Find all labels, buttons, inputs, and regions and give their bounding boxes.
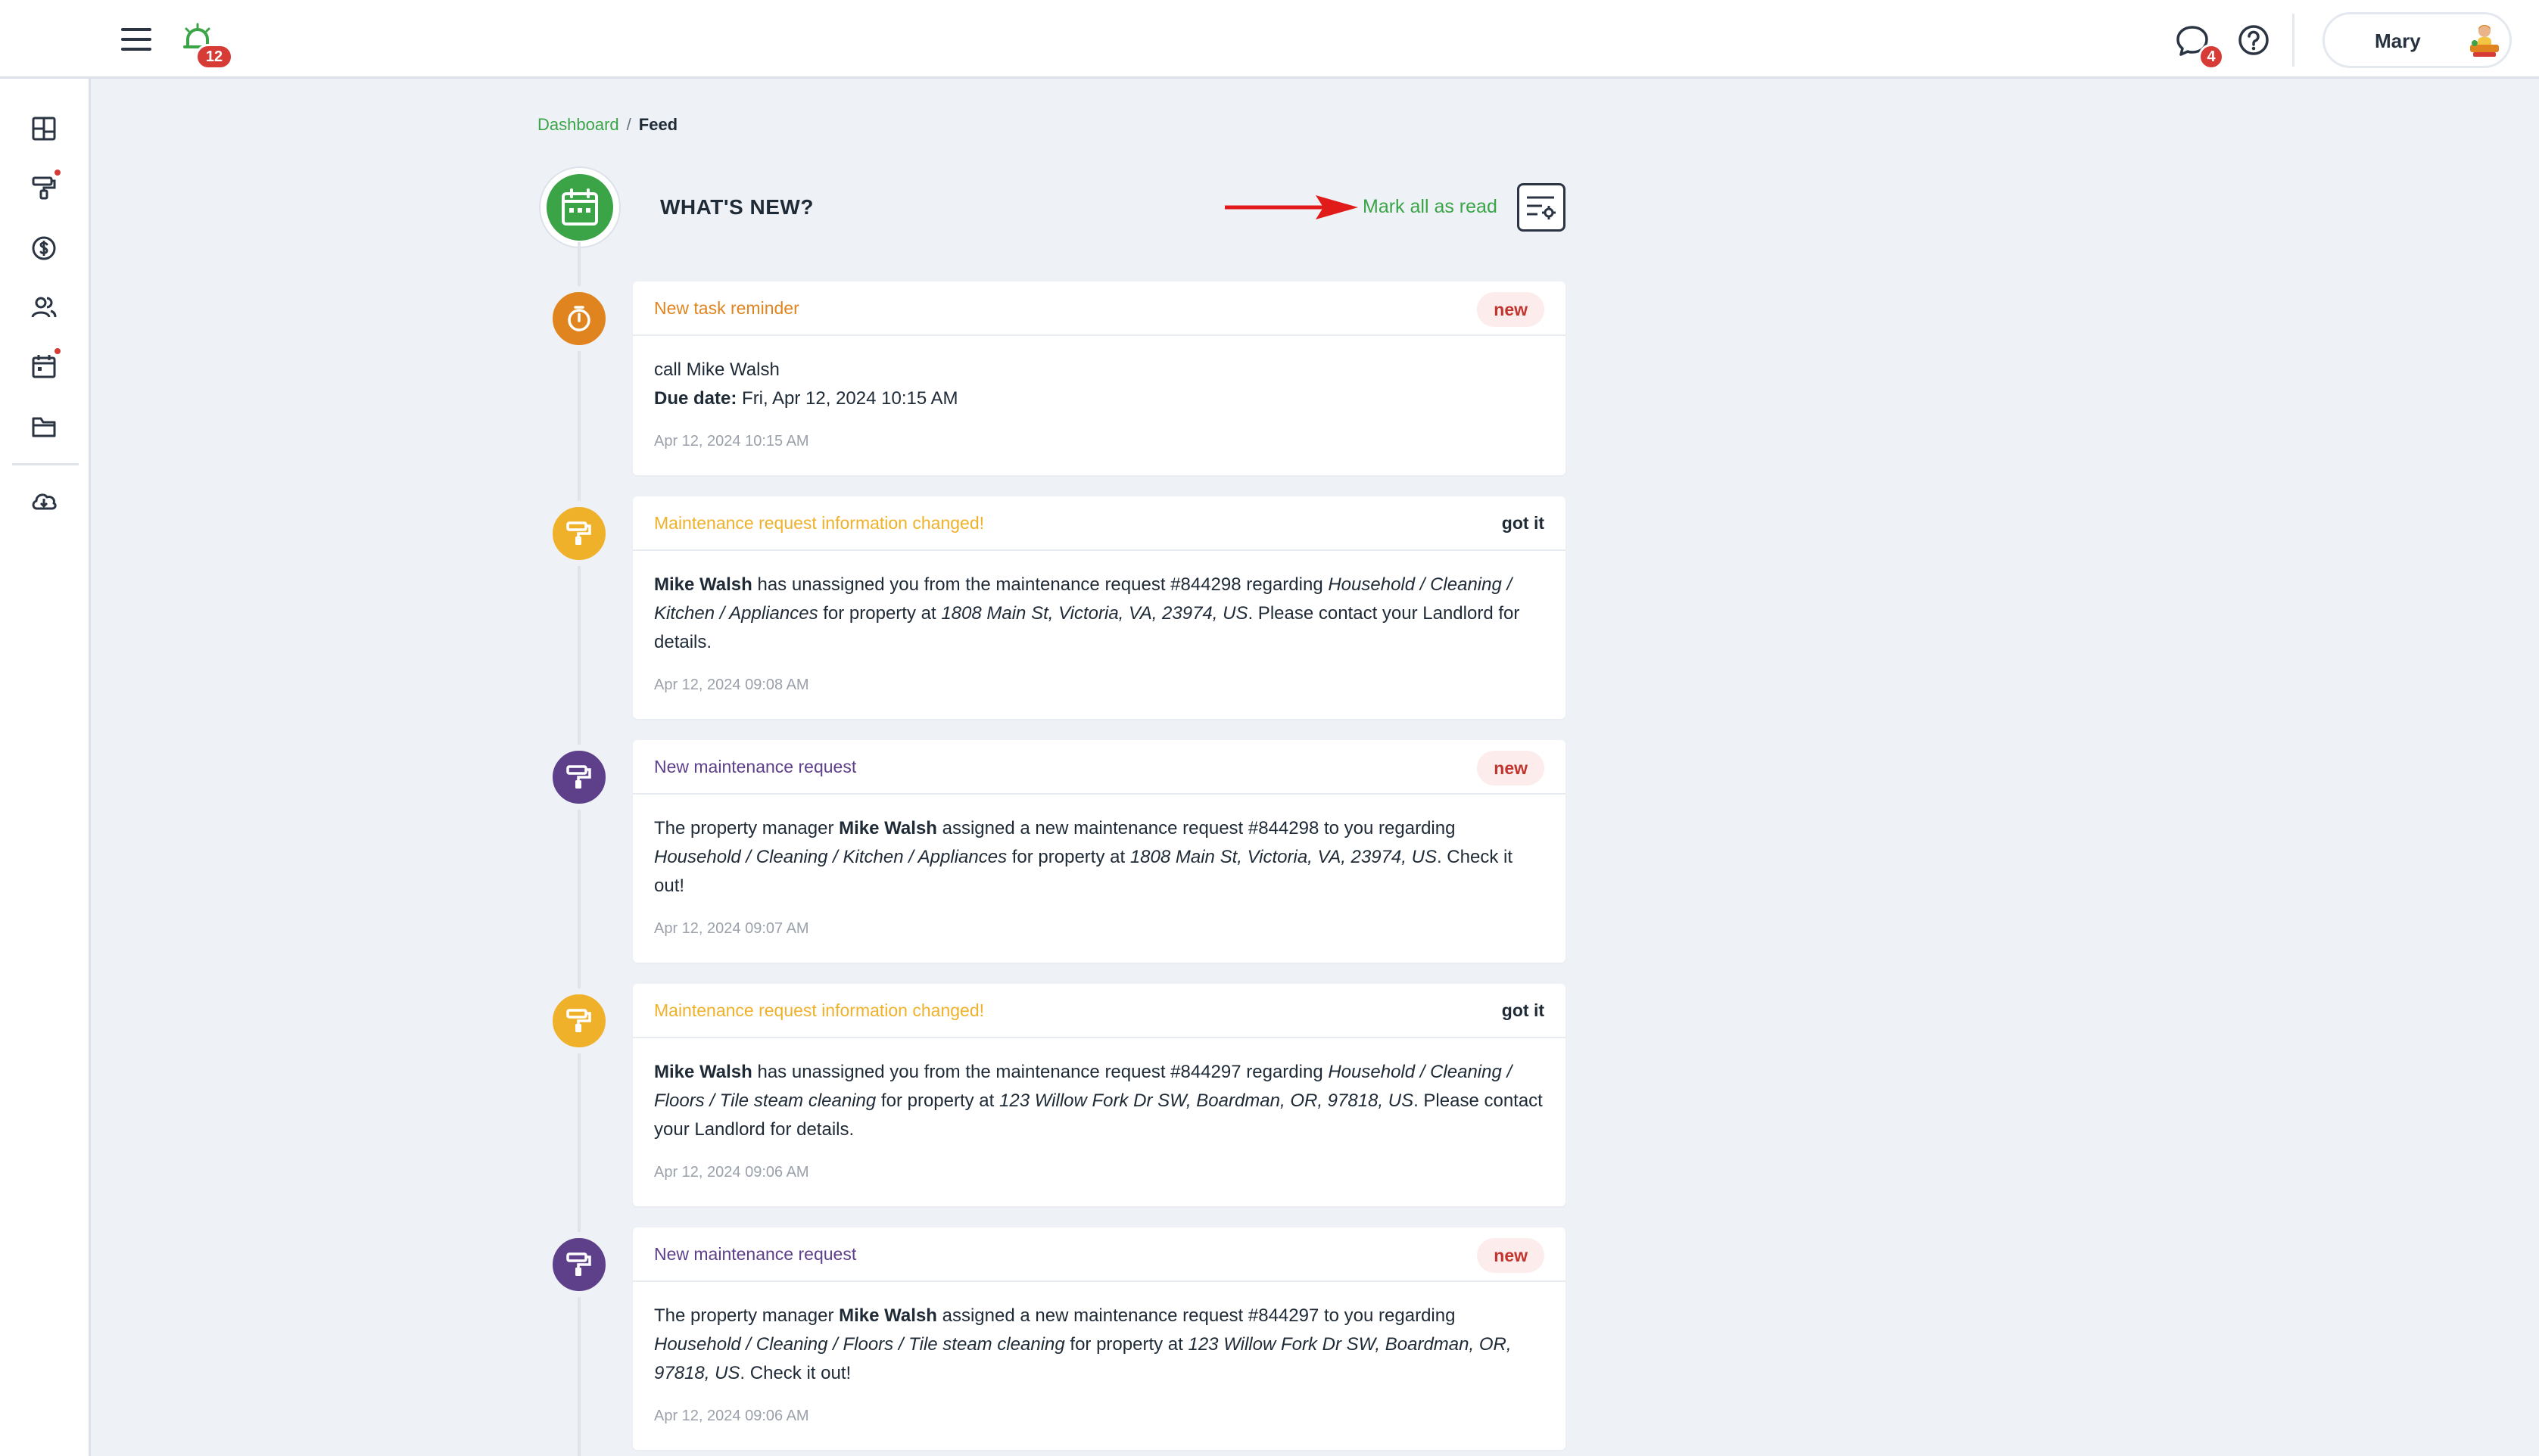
- page-title: WHAT'S NEW?: [660, 195, 814, 219]
- alarm-count-badge: 12: [195, 44, 233, 70]
- feed-item-timestamp: Apr 12, 2024 09:06 AM: [654, 1164, 809, 1181]
- feed-item-title: New maintenance request: [654, 1244, 857, 1264]
- paint-roller-icon: [547, 745, 612, 810]
- feed-item-timestamp: Apr 12, 2024 09:07 AM: [654, 920, 809, 937]
- paint-roller-icon: [547, 1232, 612, 1297]
- feed-item-title: New maintenance request: [654, 757, 857, 776]
- paint-roller-icon: [32, 176, 56, 200]
- mark-all-read-link[interactable]: Mark all as read: [1363, 196, 1497, 218]
- task-description: call Mike Walsh: [654, 359, 780, 380]
- status-badge-new[interactable]: new: [1477, 751, 1544, 786]
- feed-item-timestamp: Apr 12, 2024 10:15 AM: [654, 433, 809, 450]
- menu-icon[interactable]: [115, 21, 157, 58]
- feed-item-timestamp: Apr 12, 2024 09:06 AM: [654, 1408, 809, 1424]
- sidebar-item-files[interactable]: [23, 406, 65, 448]
- user-menu[interactable]: Mary: [2322, 12, 2512, 68]
- paint-roller-icon: [547, 988, 612, 1053]
- timer-icon: [547, 286, 612, 351]
- feed-item: New task reminder new call Mike Walsh Du…: [633, 282, 1565, 475]
- due-date-label: Due date:: [654, 388, 737, 409]
- feed-item-message: The property manager Mike Walsh assigned…: [654, 818, 1512, 896]
- sidebar-item-payments[interactable]: [23, 227, 65, 269]
- status-badge-new[interactable]: new: [1477, 1238, 1544, 1273]
- feed-item-timestamp: Apr 12, 2024 09:08 AM: [654, 677, 809, 693]
- sidebar-item-download[interactable]: [23, 480, 65, 522]
- breadcrumb-dashboard-link[interactable]: Dashboard: [537, 115, 619, 134]
- calendar-notification-dot: [53, 347, 62, 356]
- sidebar-item-dashboard[interactable]: [23, 107, 65, 150]
- sidebar-divider: [12, 463, 79, 465]
- arrow-pointer-icon: [1225, 195, 1358, 219]
- topbar-divider: [2292, 14, 2294, 67]
- feed-item-message: Mike Walsh has unassigned you from the m…: [654, 1062, 1543, 1140]
- feed-item-title: New task reminder: [654, 298, 799, 318]
- filter-settings-icon: [1527, 196, 1556, 219]
- dollar-icon: [32, 236, 56, 260]
- got-it-button[interactable]: got it: [1502, 1000, 1544, 1021]
- due-date-value: Fri, Apr 12, 2024 10:15 AM: [742, 388, 958, 409]
- sidebar: [0, 0, 91, 1456]
- user-name: Mary: [2375, 30, 2421, 52]
- sidebar-item-contacts[interactable]: [23, 286, 65, 328]
- breadcrumb-current: Feed: [638, 115, 678, 134]
- feed-item: New maintenance request new The property…: [633, 740, 1565, 963]
- messages-count-badge: 4: [2198, 44, 2224, 70]
- cloud-download-icon: [32, 493, 57, 510]
- breadcrumb-separator: /: [626, 115, 631, 134]
- help-icon[interactable]: [2235, 21, 2273, 59]
- top-bar: 12 4 Mary: [0, 0, 2539, 79]
- feed-item-message: Mike Walsh has unassigned you from the m…: [654, 574, 1520, 652]
- feed-calendar-icon: [541, 168, 619, 247]
- calendar-icon: [32, 355, 56, 378]
- dashboard-icon: [32, 117, 56, 141]
- feed-settings-button[interactable]: [1517, 183, 1565, 232]
- breadcrumb: Dashboard / Feed: [537, 115, 678, 135]
- got-it-button[interactable]: got it: [1502, 513, 1544, 534]
- feed-item: New maintenance request new The property…: [633, 1227, 1565, 1450]
- feed-item-message: The property manager Mike Walsh assigned…: [654, 1305, 1512, 1383]
- folder-icon: [32, 417, 56, 437]
- feed-item: Maintenance request information changed!…: [633, 496, 1565, 719]
- maintenance-notification-dot: [53, 168, 62, 177]
- paint-roller-icon: [547, 501, 612, 566]
- status-badge-new[interactable]: new: [1477, 292, 1544, 327]
- feed-item-title: Maintenance request information changed!: [654, 1000, 985, 1020]
- feed-item-title: Maintenance request information changed!: [654, 513, 985, 533]
- avatar: [2464, 20, 2505, 61]
- users-icon: [31, 297, 57, 318]
- feed-item: Maintenance request information changed!…: [633, 984, 1565, 1206]
